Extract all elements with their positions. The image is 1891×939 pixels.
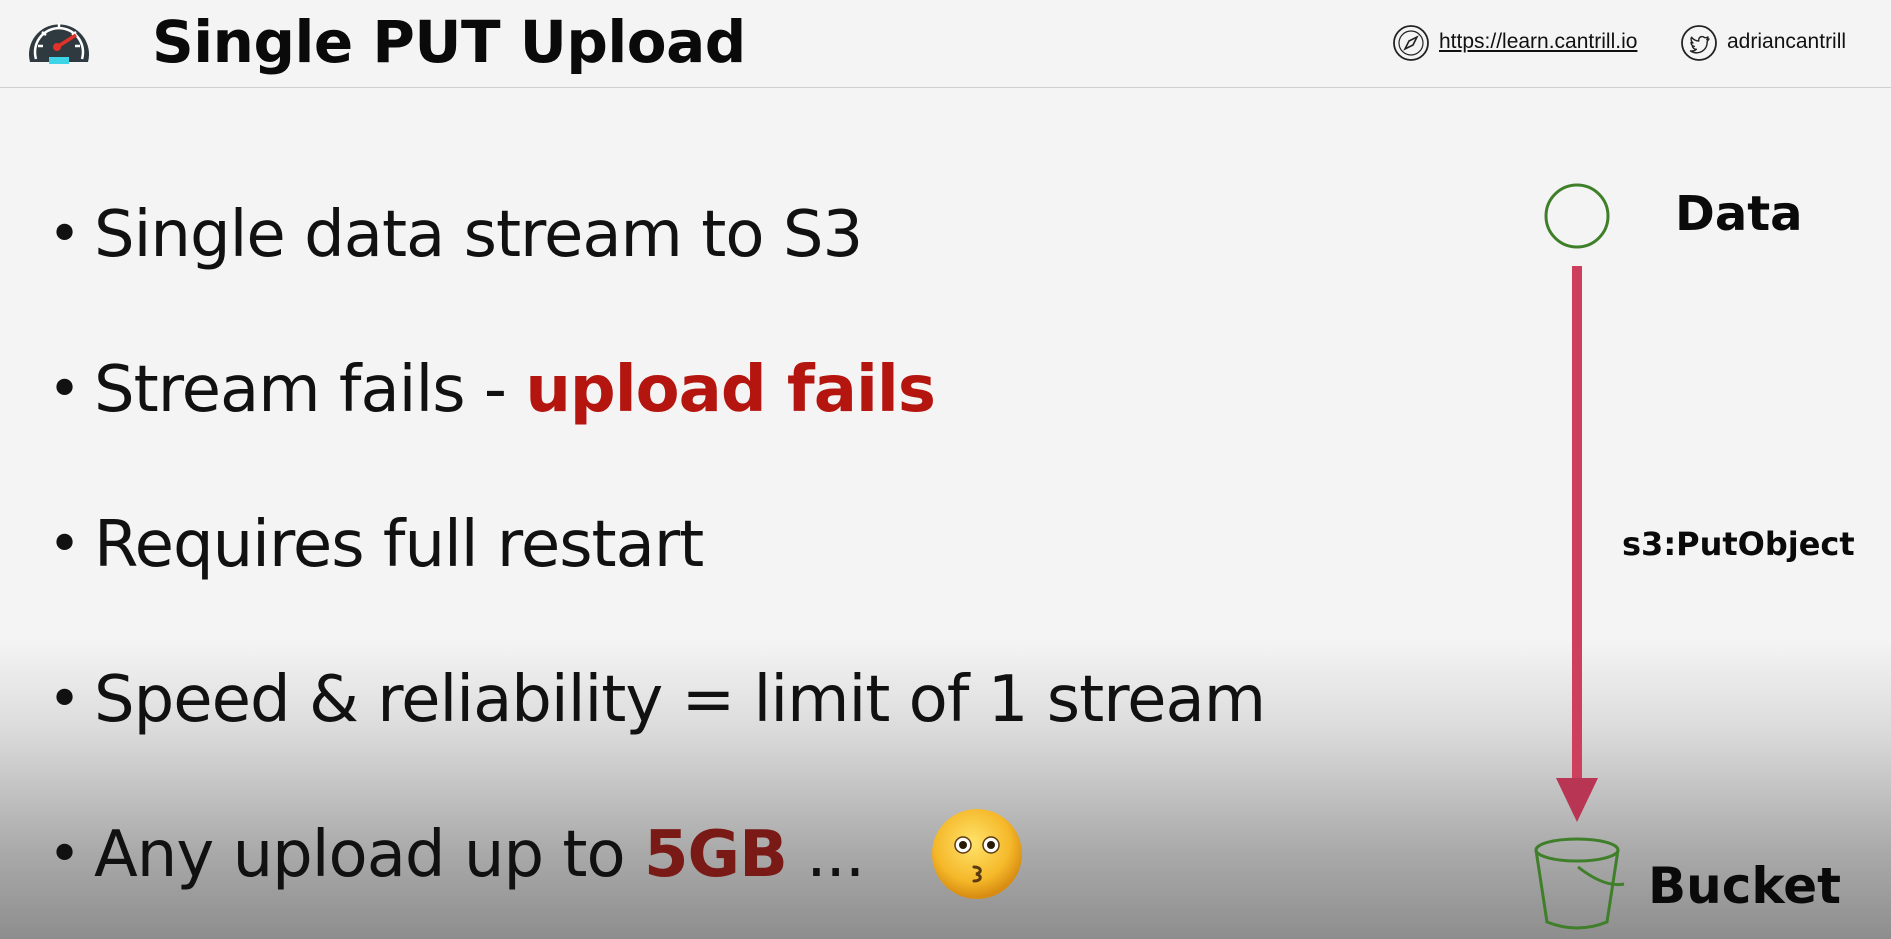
flushed-kissing-face-emoji <box>932 809 1022 899</box>
bullet-marker: • <box>48 822 81 887</box>
bullet-marker: • <box>48 202 81 267</box>
bullet-item-1: • Single data stream to S3 <box>48 195 863 275</box>
put-object-diagram <box>1534 183 1625 930</box>
bullet-marker: • <box>48 667 81 732</box>
arrow-shaft <box>1572 266 1582 790</box>
bullet-item-5: • Any upload up to 5GB ... <box>48 815 865 895</box>
data-label: Data <box>1675 186 1803 242</box>
bullet-highlight: upload fails <box>525 353 936 427</box>
bullet-item-4: • Speed & reliability = limit of 1 stream <box>48 660 1266 740</box>
bullet-marker: • <box>48 512 81 577</box>
bullet-text: Stream fails - <box>94 353 526 427</box>
bullet-item-2: • Stream fails - upload fails <box>48 350 936 430</box>
bullet-text: Any upload up to <box>94 818 644 892</box>
arrow-label: s3:PutObject <box>1622 525 1855 563</box>
bullet-text: Speed & reliability = limit of 1 stream <box>94 663 1266 737</box>
compass-icon <box>1393 25 1429 61</box>
bullet-item-3: • Requires full restart <box>48 505 704 585</box>
slide-header: Single PUT Upload https://learn.cantrill… <box>0 0 1891 88</box>
bullet-text: Requires full restart <box>94 508 704 582</box>
bullet-highlight: 5GB <box>644 818 788 892</box>
bullet-marker: • <box>48 357 81 422</box>
arrow-head <box>1556 778 1598 822</box>
bucket-icon <box>1534 837 1625 930</box>
speedometer-icon <box>29 23 89 64</box>
twitter-handle: adriancantrill <box>1727 30 1847 53</box>
data-circle-icon <box>1544 183 1610 249</box>
website-link[interactable]: https://learn.cantrill.io <box>1439 28 1637 56</box>
bullet-text: Single data stream to S3 <box>94 198 863 272</box>
twitter-bird-icon <box>1681 25 1717 61</box>
page-title: Single PUT Upload <box>152 8 746 76</box>
bucket-label: Bucket <box>1648 857 1842 915</box>
bullet-suffix: ... <box>786 818 865 892</box>
